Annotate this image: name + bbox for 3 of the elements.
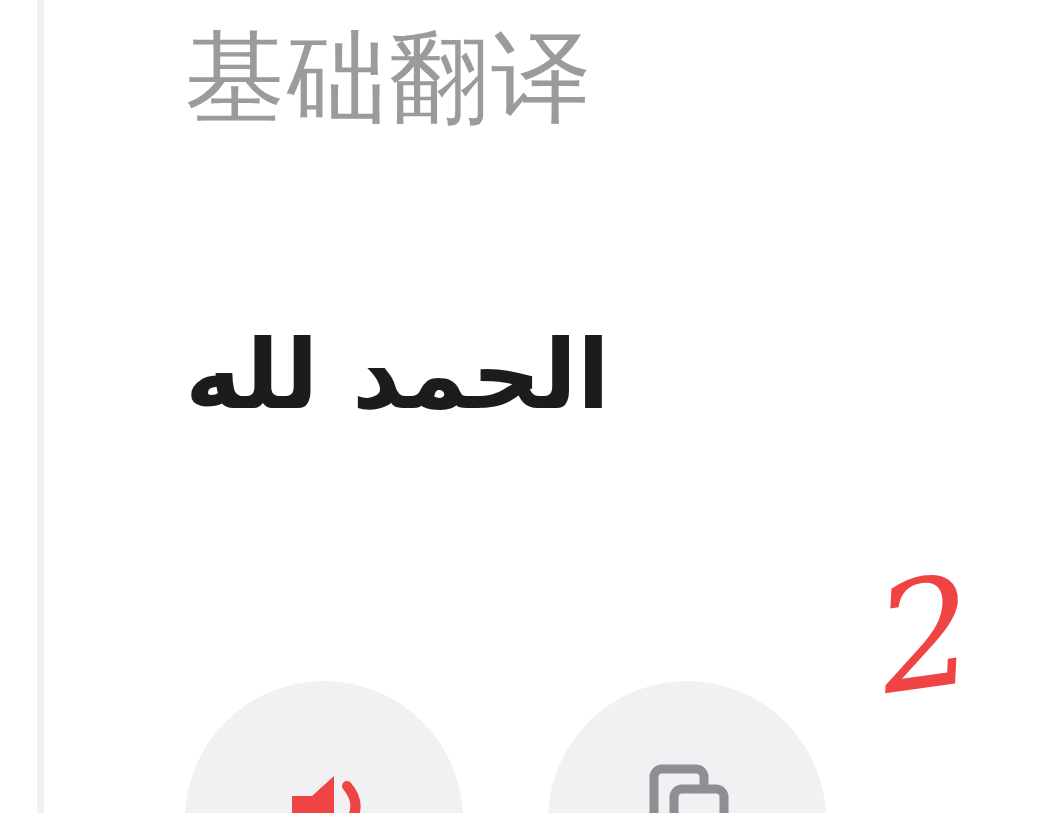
handwritten-annotation: 2 xyxy=(868,554,984,716)
section-title: 基础翻译 xyxy=(185,28,594,128)
translation-text: الحمد لله xyxy=(185,323,610,429)
